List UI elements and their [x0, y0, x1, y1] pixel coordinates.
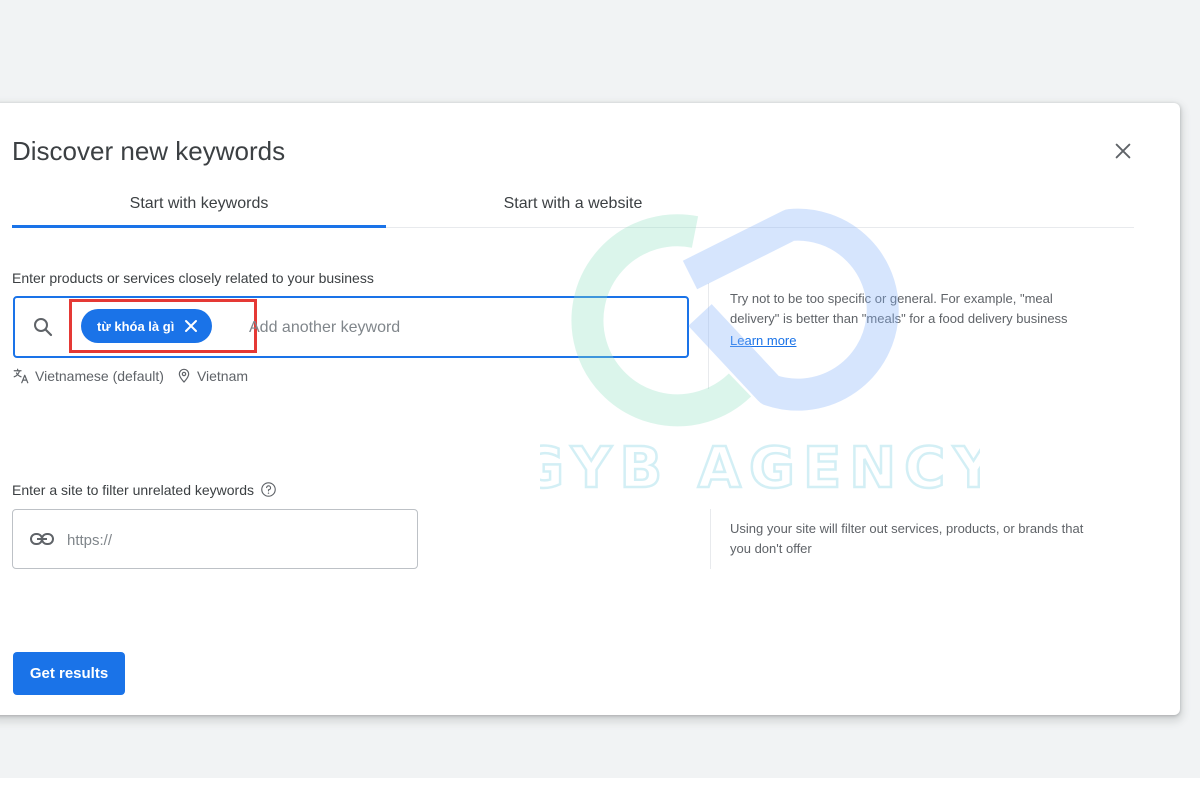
location-label: Vietnam	[196, 368, 249, 384]
help-circle-icon[interactable]	[260, 481, 277, 498]
keyword-hint-text: Try not to be too specific or general. F…	[730, 291, 1068, 326]
tab-bar: Start with keywords Start with a website	[12, 181, 1134, 228]
locale-row: Vietnamese (default) Vietnam	[12, 367, 248, 385]
keyword-chip-label: từ khóa là gì	[97, 318, 175, 334]
site-url-input[interactable]	[65, 522, 399, 558]
keyword-input-box[interactable]: từ khóa là gì	[13, 296, 689, 358]
tab-label: Start with a website	[503, 195, 643, 212]
site-input-box[interactable]	[12, 509, 418, 569]
get-results-button[interactable]: Get results	[13, 652, 125, 695]
site-filter-label: Enter a site to filter unrelated keyword…	[12, 481, 255, 498]
tab-label: Start with keywords	[129, 195, 269, 212]
location-pin-icon	[178, 368, 190, 383]
keyword-hint: Try not to be too specific or general. F…	[730, 289, 1100, 351]
link-icon	[29, 527, 55, 551]
chip-remove-button[interactable]	[184, 319, 198, 333]
site-filter-hint: Using your site will filter out services…	[730, 521, 1084, 556]
language-label: Vietnamese (default)	[35, 368, 164, 384]
discover-keywords-dialog: Discover new keywords Start with keyword…	[0, 103, 1180, 715]
keyword-chip[interactable]: từ khóa là gì	[81, 309, 213, 343]
translate-icon	[13, 368, 29, 384]
add-keyword-input[interactable]	[247, 310, 671, 346]
close-button[interactable]	[1107, 135, 1139, 167]
site-hint-divider	[710, 509, 711, 569]
site-filter-label-row: Enter a site to filter unrelated keyword…	[12, 481, 277, 498]
chip-close-icon	[185, 320, 198, 332]
location-selector[interactable]: Vietnam	[176, 367, 248, 385]
learn-more-link[interactable]: Learn more	[730, 331, 796, 351]
dialog-title: Discover new keywords	[12, 136, 286, 166]
page-bottom-strip	[0, 778, 1200, 800]
active-tab-indicator	[12, 225, 386, 228]
keywords-field-label: Enter products or services closely relat…	[12, 270, 374, 286]
tab-start-with-keywords[interactable]: Start with keywords	[12, 181, 386, 227]
hint-divider	[708, 283, 709, 389]
tab-start-with-website[interactable]: Start with a website	[386, 181, 760, 227]
language-selector[interactable]: Vietnamese (default)	[12, 367, 164, 385]
search-icon	[31, 315, 55, 339]
close-icon	[1115, 143, 1131, 159]
